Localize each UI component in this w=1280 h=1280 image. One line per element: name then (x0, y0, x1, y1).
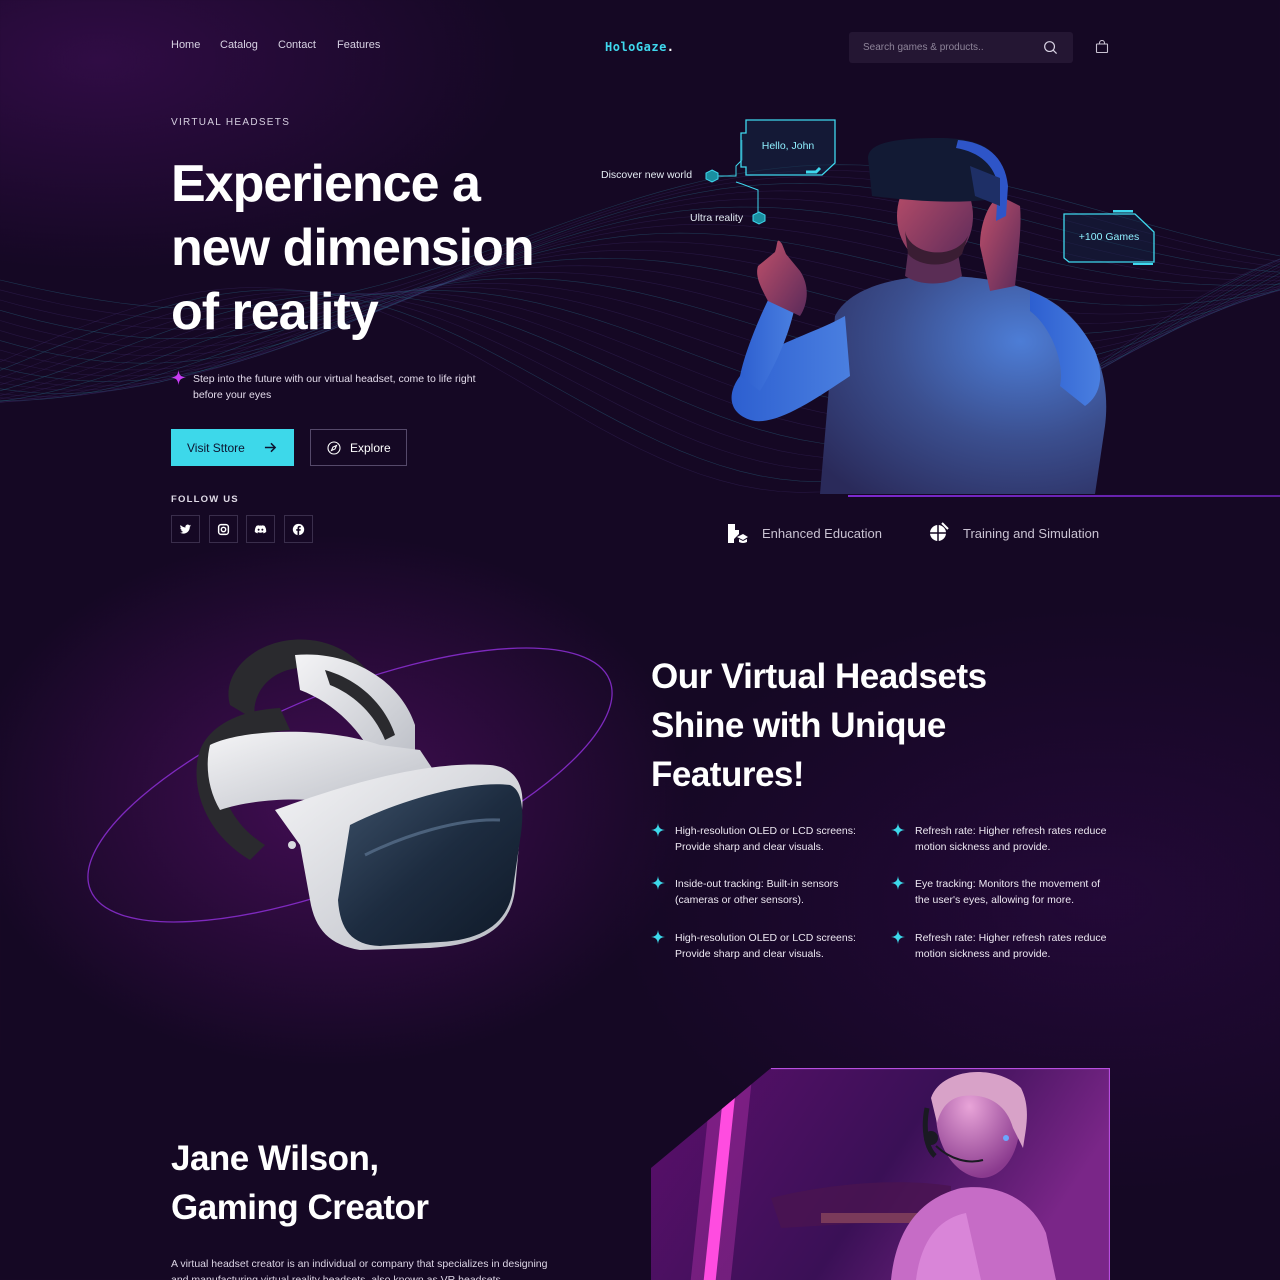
training-icon (930, 522, 949, 541)
sparkle-icon (891, 823, 905, 837)
nav-home[interactable]: Home (171, 39, 200, 51)
nav-catalog[interactable]: Catalog (220, 39, 258, 51)
education-icon (728, 524, 748, 543)
discord-icon (254, 524, 267, 533)
feature-spec-text: Eye tracking: Monitors the movement of t… (915, 878, 1100, 906)
sparkle-icon (891, 930, 905, 944)
creator-photo (651, 1068, 1110, 1280)
features-title-line: Our Virtual Headsets (651, 657, 987, 696)
creator-title-line: Jane Wilson, (171, 1139, 379, 1178)
discord-link[interactable] (246, 515, 275, 543)
hud-ultra-label: Ultra reality (690, 212, 744, 224)
visit-store-label: Visit Sttore (187, 440, 245, 455)
instagram-icon (217, 523, 230, 535)
follow-us-label: FOLLOW US (171, 494, 239, 505)
arrow-right-icon (264, 442, 277, 453)
explore-button[interactable]: Explore (310, 429, 407, 466)
hero-title-line: Experience a (171, 155, 481, 213)
compass-icon (327, 441, 341, 455)
feature-spec-text: Refresh rate: Higher refresh rates reduc… (915, 825, 1107, 853)
logo[interactable]: HoloGaze. (605, 40, 675, 54)
feature-tag-label: Training and Simulation (963, 525, 1100, 541)
feature-tag-education: Enhanced Education (726, 522, 882, 544)
search-bar (849, 32, 1073, 63)
facebook-icon (292, 523, 305, 535)
instagram-link[interactable] (209, 515, 238, 543)
facebook-link[interactable] (284, 515, 313, 543)
hud-games-text: +100 Games (1078, 230, 1140, 243)
hud-greeting-box: Hello, John (740, 119, 836, 179)
feature-spec-text: Inside-out tracking: Built-in sensors (c… (675, 878, 839, 906)
hud-games-box: +100 Games (1063, 210, 1155, 265)
feature-tag-label: Enhanced Education (762, 525, 882, 541)
search-input[interactable] (863, 32, 1033, 63)
shopping-bag-icon[interactable] (1095, 40, 1109, 54)
twitter-link[interactable] (171, 515, 200, 543)
explore-label: Explore (350, 440, 391, 455)
nav-features[interactable]: Features (337, 39, 380, 51)
sparkle-icon (171, 370, 186, 385)
hero-title-line: new dimension (171, 219, 535, 277)
hero-eyebrow: VIRTUAL HEADSETS (171, 117, 291, 128)
hero-title: Experience a new dimension of reality (171, 152, 591, 344)
hero-divider (848, 495, 1280, 497)
features-title-line: Features! (651, 755, 805, 794)
twitter-icon (179, 524, 192, 534)
logo-dot: . (666, 40, 675, 54)
feature-tag-training: Training and Simulation (927, 522, 1099, 544)
creator-description: A virtual headset creator is an individu… (171, 1258, 548, 1280)
hud-greeting-text: Hello, John (761, 140, 815, 152)
sparkle-icon (651, 823, 665, 837)
hero-title-line: of reality (171, 283, 379, 341)
visit-store-button[interactable]: Visit Sttore (171, 429, 294, 466)
sparkle-icon (891, 876, 905, 890)
features-section-title: Our Virtual Headsets Shine with Unique F… (651, 652, 1111, 799)
features-title-line: Shine with Unique (651, 706, 946, 745)
feature-spec-text: High-resolution OLED or LCD screens: Pro… (675, 932, 856, 960)
search-icon[interactable] (1043, 40, 1058, 55)
feature-spec-text: Refresh rate: Higher refresh rates reduc… (915, 932, 1107, 960)
creator-title: Jane Wilson, Gaming Creator (171, 1134, 571, 1232)
creator-title-line: Gaming Creator (171, 1188, 429, 1227)
hud-discover-label: Discover new world (601, 169, 693, 181)
nav-contact[interactable]: Contact (278, 39, 316, 51)
hero-description: Step into the future with our virtual he… (193, 373, 476, 401)
feature-spec-text: High-resolution OLED or LCD screens: Pro… (675, 825, 856, 853)
sparkle-icon (651, 930, 665, 944)
logo-text: HoloGaze (605, 40, 667, 54)
sparkle-icon (651, 876, 665, 890)
vr-headset-image (196, 639, 523, 950)
